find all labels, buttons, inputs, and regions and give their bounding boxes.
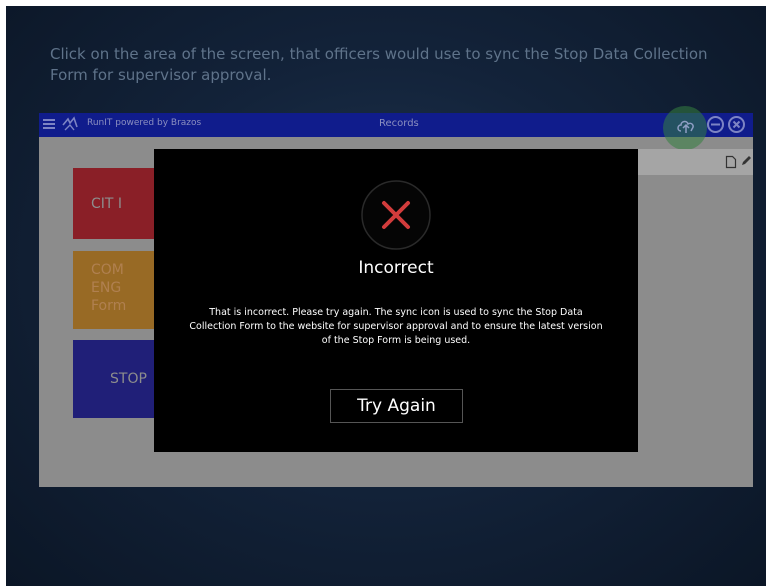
menu-icon[interactable] [42,117,56,131]
feedback-modal: Incorrect That is incorrect. Please try … [154,149,638,452]
document-icon[interactable] [725,155,737,169]
modal-title: Incorrect [358,258,434,278]
modal-message: That is incorrect. Please try again. The… [189,307,603,346]
instruction-text: Click on the area of the screen, that of… [50,45,708,84]
pencil-icon[interactable] [740,155,752,167]
try-again-button[interactable]: Try Again [330,389,463,423]
tile-label: COM ENG Form [91,262,127,314]
tile-stop[interactable]: STOP [73,340,157,418]
app-brand: RunIT powered by Brazos [87,118,202,128]
minus-icon[interactable] [706,115,725,134]
slide-stage: Click on the area of the screen, that of… [6,6,766,586]
close-icon[interactable] [727,115,746,134]
tile-cit[interactable]: CIT I [73,168,157,239]
tile-label: STOP [110,371,147,387]
logo-icon [62,116,78,131]
app-header: RunIT powered by Brazos Records [39,106,753,150]
cloud-sync-icon[interactable] [676,117,696,135]
app-title: Records [379,118,419,129]
tile-com-eng-form[interactable]: COM ENG Form [73,251,157,329]
x-mark-icon [361,180,431,250]
tile-label: CIT I [91,196,123,212]
